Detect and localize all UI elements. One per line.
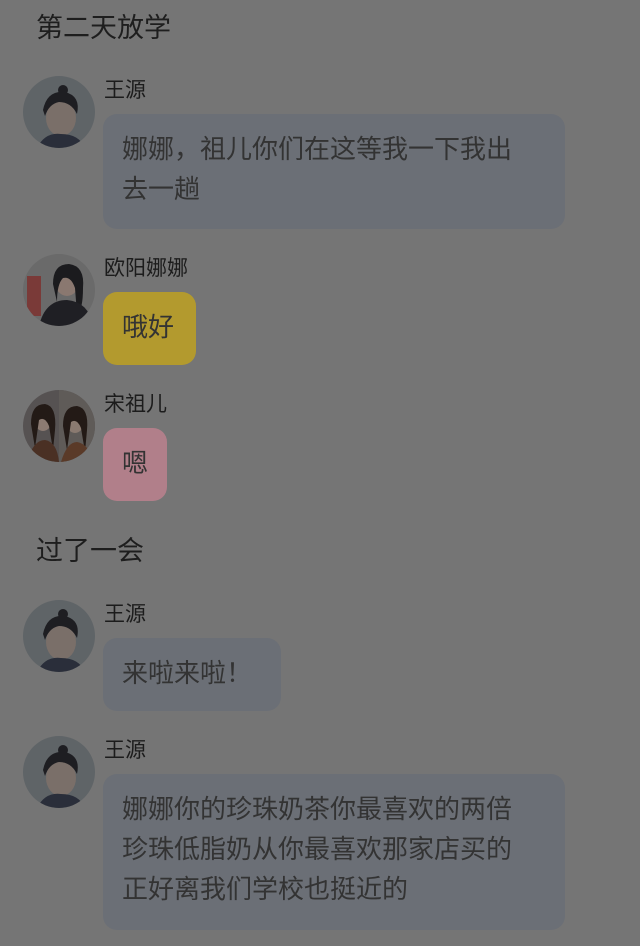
message-bubble[interactable]: 嗯 (103, 428, 167, 501)
message-line: 去一趟 (122, 175, 201, 205)
sender-name: 王源 (104, 738, 146, 762)
message-line: 娜娜你的珍珠奶茶你最喜欢的两倍 (122, 795, 513, 825)
message-line: 哦好 (122, 313, 175, 343)
sender-name: 欧阳娜娜 (104, 256, 188, 280)
message-line: 娜娜，祖儿你们在这等我一下我出 (122, 135, 513, 165)
message-line: 来啦来啦！ (122, 659, 253, 689)
sender-name: 宋祖儿 (104, 392, 167, 416)
boy-avatar-icon[interactable] (23, 736, 95, 808)
sender-name: 王源 (104, 602, 146, 626)
message-line: 正好离我们学校也挺近的 (122, 875, 409, 905)
message-bubble[interactable]: 哦好 (103, 292, 196, 365)
narration-text: 第二天放学 (36, 13, 171, 44)
message-bubble[interactable]: 来啦来啦！ (103, 638, 281, 711)
message-bubble[interactable]: 娜娜你的珍珠奶茶你最喜欢的两倍 珍珠低脂奶从你最喜欢那家店买的 正好离我们学校也… (103, 774, 565, 930)
message-line: 嗯 (122, 449, 149, 479)
sender-name: 王源 (104, 78, 146, 102)
boy-avatar-icon[interactable] (23, 76, 95, 148)
narration-text: 过了一会 (36, 536, 144, 567)
message-line: 珍珠低脂奶从你最喜欢那家店买的 (122, 835, 513, 865)
girl-avatar-icon[interactable] (23, 390, 95, 462)
boy-avatar-icon[interactable] (23, 600, 95, 672)
girl-avatar-icon[interactable] (23, 254, 95, 326)
message-bubble[interactable]: 娜娜，祖儿你们在这等我一下我出 去一趟 (103, 114, 565, 229)
